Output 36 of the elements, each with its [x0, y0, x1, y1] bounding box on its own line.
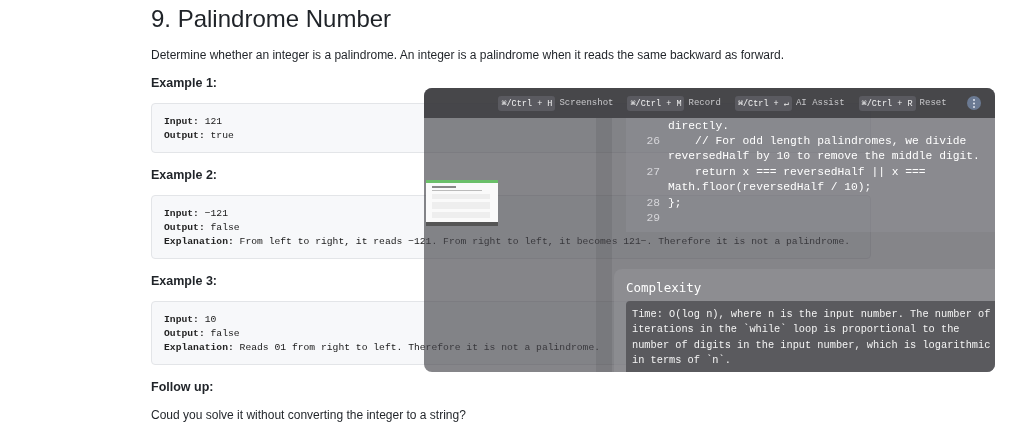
example-line: Output: false [164, 221, 240, 235]
example-line: Input: −121 [164, 207, 228, 221]
page-title: 9. Palindrome Number [151, 4, 392, 34]
code-line: }; [668, 196, 682, 209]
card-title: Complexity [626, 279, 702, 298]
code-line: // For odd length palindromes, we divide [694, 135, 967, 148]
line-number: 29 [645, 212, 660, 225]
shortcut-button[interactable]: ⌘/Ctrl + M Record [627, 95, 721, 111]
more-icon [972, 98, 975, 108]
code-line: directly. [668, 119, 729, 132]
example-line: Output: true [164, 129, 234, 143]
code-line: Math.floor(reversedHalf / 10); [668, 181, 872, 194]
line-number: 26 [645, 135, 660, 148]
shortcut-button[interactable]: ⌘/Ctrl + ↵ AI Assist [734, 95, 845, 111]
shortcut-button[interactable]: ⌘/Ctrl + H Screenshot [498, 95, 614, 111]
problem-description: Determine whether an integer is a palindrome. An integer is a palindrome when it reads the same backward as forward. [151, 47, 784, 63]
follow-up-text: Coud you solve it without converting the integer to a string? [151, 407, 466, 423]
more-button[interactable] [966, 96, 981, 110]
key-hint: ⌘/Ctrl + H [498, 95, 556, 111]
example-line: Output: false [164, 327, 240, 341]
example-line: Input: 10 [164, 313, 217, 327]
example-heading: Example 2: [151, 167, 217, 183]
key-hint: ⌘/Ctrl + R [858, 95, 916, 111]
code-line: return x === reversedHalf || x === [694, 165, 926, 178]
follow-up-heading: Follow up: [151, 379, 214, 395]
example-line: Explanation: From left to right, it reads −121. From right to left, it becomes 121−. Therefore it is not a palindrome. [164, 235, 850, 249]
line-number: 28 [645, 196, 660, 209]
example-heading: Example 3: [151, 273, 217, 289]
example-line: Input: 121 [164, 115, 223, 129]
complexity-text: Time: O(log n), where n is the input number. The number of iterations in the `while` loop is proportional to the number of digits in the input number, which is logarithmic in terms of `n`. [626, 301, 995, 372]
shortcut-button[interactable]: ⌘/Ctrl + R Reset [858, 95, 947, 111]
key-hint: ⌘/Ctrl + M [627, 95, 685, 111]
key-hint: ⌘/Ctrl + ↵ [734, 95, 792, 111]
line-number: 27 [645, 165, 660, 178]
code-line: reversedHalf by 10 to remove the middle digit. [668, 150, 980, 163]
example-heading: Example 1: [151, 75, 217, 91]
